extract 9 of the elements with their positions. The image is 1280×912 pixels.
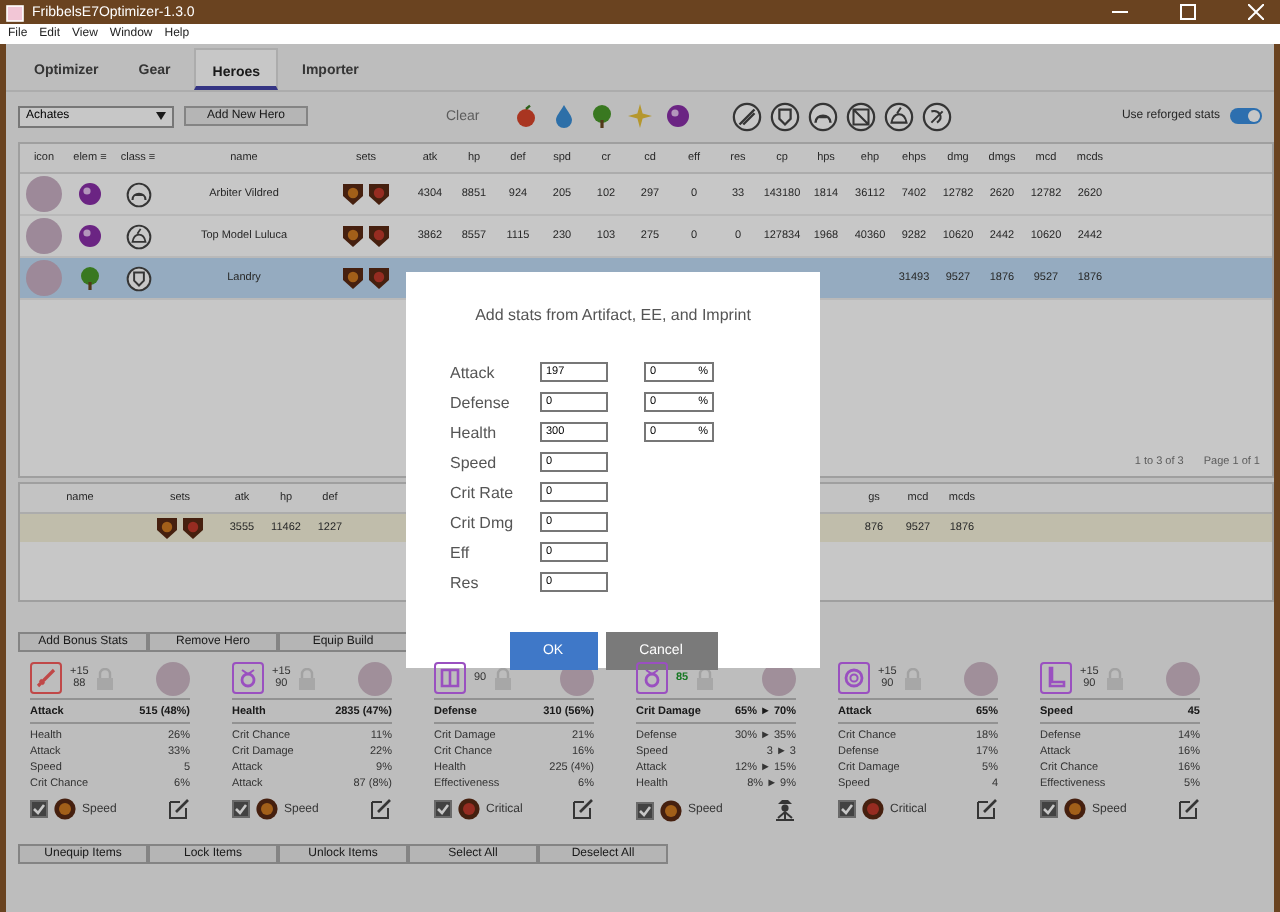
field-label: Eff <box>450 543 472 561</box>
field-label: Crit Dmg <box>450 513 516 531</box>
field-label: Res <box>450 573 481 591</box>
field-label: Health <box>450 423 499 441</box>
field-label: Speed <box>450 453 499 471</box>
field-label: Crit Rate <box>450 483 516 501</box>
field-label: Defense <box>450 393 512 411</box>
dialog-title: Add stats from Artifact, EE, and Imprint <box>475 306 751 324</box>
field-label: Attack <box>450 363 497 381</box>
